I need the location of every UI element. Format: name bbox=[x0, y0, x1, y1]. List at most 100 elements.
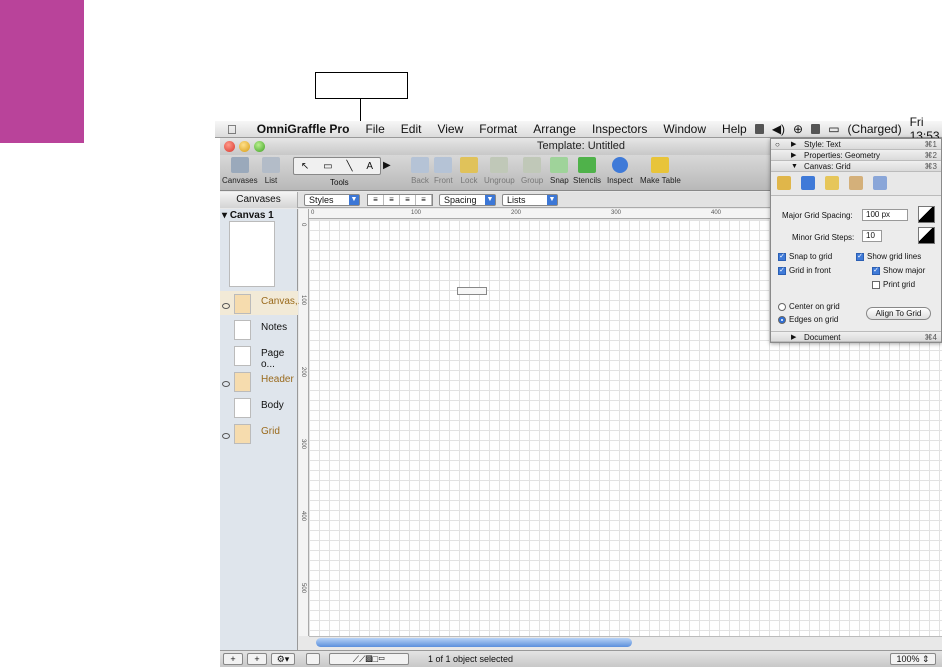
tab-canvas-size-icon[interactable] bbox=[777, 176, 791, 190]
spacing-label: Spacing bbox=[444, 195, 477, 205]
center-on-grid-radio[interactable] bbox=[778, 303, 786, 311]
layer-row[interactable]: Page o... bbox=[220, 343, 298, 370]
align-right-icon[interactable]: ≡ bbox=[400, 195, 416, 205]
menu-inspectors[interactable]: Inspectors bbox=[584, 122, 655, 136]
show-major-checkbox[interactable]: ✓ bbox=[872, 267, 880, 275]
menu-view[interactable]: View bbox=[429, 122, 471, 136]
lock-button[interactable]: Lock bbox=[460, 157, 478, 185]
minimize-window-button[interactable] bbox=[239, 141, 250, 152]
battery-icon[interactable]: ▭ bbox=[828, 122, 839, 136]
input-menu-icon[interactable] bbox=[811, 124, 821, 134]
menu-format[interactable]: Format bbox=[471, 122, 525, 136]
info-icon bbox=[611, 157, 628, 173]
edges-on-grid-radio[interactable] bbox=[778, 316, 786, 324]
align-justify-icon[interactable]: ≡ bbox=[416, 195, 432, 205]
popup-arrow-icon: ▼ bbox=[547, 195, 557, 205]
layer-visibility-icon[interactable] bbox=[222, 381, 230, 387]
disclosure-open-icon: ▼ bbox=[791, 163, 798, 170]
close-inspector-icon[interactable]: ○ bbox=[775, 139, 780, 150]
accent-block bbox=[0, 0, 84, 143]
selected-shape[interactable] bbox=[457, 287, 487, 295]
inspect-button[interactable]: Inspect bbox=[607, 157, 633, 185]
canvas-thumbnail[interactable] bbox=[229, 221, 275, 287]
add-canvas-button[interactable]: + bbox=[223, 653, 243, 665]
major-grid-field[interactable]: 100 px bbox=[862, 209, 908, 221]
lists-popup[interactable]: Lists ▼ bbox=[502, 194, 558, 206]
layer-row[interactable]: Grid bbox=[220, 421, 298, 445]
tab-grid-icon[interactable] bbox=[801, 176, 815, 190]
layer-row[interactable]: Notes bbox=[220, 317, 298, 341]
zoom-window-button[interactable] bbox=[254, 141, 265, 152]
battery-status[interactable]: (Charged) bbox=[848, 122, 902, 136]
menu-window[interactable]: Window bbox=[655, 122, 714, 136]
status-bar: + + ⚙▾ ⟋⟋▩□▭ 1 of 1 object selected 100%… bbox=[220, 650, 942, 667]
apple-menu-icon[interactable]:  bbox=[215, 122, 249, 137]
scroll-thumb[interactable] bbox=[316, 638, 632, 647]
tools-expand-icon[interactable]: ▶ bbox=[383, 160, 391, 171]
menu-help[interactable]: Help bbox=[714, 122, 755, 136]
snap-button[interactable]: Snap bbox=[550, 157, 569, 185]
align-to-grid-button[interactable]: Align To Grid bbox=[866, 307, 931, 320]
canvases-button[interactable]: Canvases bbox=[222, 157, 258, 185]
inspector-row-canvas-grid[interactable]: ▼ Canvas: Grid ⌘3 bbox=[771, 161, 941, 172]
front-button[interactable]: Front bbox=[434, 157, 453, 185]
menu-bar:  OmniGraffle Pro File Edit View Format … bbox=[215, 115, 942, 143]
layer-row[interactable]: Canvas,... bbox=[220, 291, 306, 315]
inspector-tabs bbox=[771, 172, 941, 196]
add-layer-button[interactable]: + bbox=[247, 653, 267, 665]
stencils-button[interactable]: Stencils bbox=[573, 157, 601, 185]
make-table-button[interactable]: Make Table bbox=[640, 157, 681, 185]
ungroup-button[interactable]: Ungroup bbox=[484, 157, 515, 185]
show-grid-lines-checkbox[interactable]: ✓ bbox=[856, 253, 864, 261]
layer-swatch bbox=[234, 294, 251, 314]
zoom-value: 100% bbox=[896, 654, 920, 664]
close-window-button[interactable] bbox=[224, 141, 235, 152]
align-left-icon[interactable]: ≡ bbox=[368, 195, 384, 205]
edges-on-grid-label: Edges on grid bbox=[789, 315, 839, 324]
layer-row[interactable]: Body bbox=[220, 395, 298, 419]
inspector-row-document[interactable]: ▶ Document ⌘4 bbox=[771, 331, 941, 342]
fill-color-well[interactable] bbox=[306, 653, 320, 665]
style-tray[interactable]: ⟋⟋▩□▭ bbox=[329, 653, 409, 665]
styles-popup[interactable]: Styles ▼ bbox=[304, 194, 360, 206]
tab-layout-icon[interactable] bbox=[825, 176, 839, 190]
vertical-ruler: 0 100 200 300 400 500 bbox=[299, 209, 309, 636]
line-tool-icon[interactable]: ╲ bbox=[346, 161, 352, 172]
horizontal-scrollbar[interactable] bbox=[309, 636, 942, 648]
snap-to-grid-checkbox[interactable]: ✓ bbox=[778, 253, 786, 261]
layer-visibility-icon[interactable] bbox=[222, 433, 230, 439]
tab-background-icon[interactable] bbox=[849, 176, 863, 190]
grid-in-front-checkbox[interactable]: ✓ bbox=[778, 267, 786, 275]
minor-grid-color-well[interactable] bbox=[918, 227, 935, 244]
app-menu[interactable]: OmniGraffle Pro bbox=[249, 122, 358, 136]
zoom-popup[interactable]: 100% ⇕ bbox=[890, 653, 936, 665]
spacing-popup[interactable]: Spacing ▼ bbox=[439, 194, 496, 206]
inspector-row-properties[interactable]: ▶ Properties: Geometry ⌘2 bbox=[771, 150, 941, 161]
spaces-icon[interactable] bbox=[754, 124, 764, 134]
volume-icon[interactable]: ◀) bbox=[772, 122, 785, 136]
selection-tool-icon[interactable]: ↖ bbox=[301, 161, 309, 172]
minor-grid-field[interactable]: 10 bbox=[862, 230, 882, 242]
print-grid-checkbox[interactable] bbox=[872, 281, 880, 289]
align-center-icon[interactable]: ≡ bbox=[384, 195, 400, 205]
disclosure-closed-icon: ▶ bbox=[791, 334, 797, 341]
sync-icon[interactable]: ⊕ bbox=[793, 122, 803, 136]
action-gear-icon[interactable]: ⚙▾ bbox=[271, 653, 295, 665]
list-button[interactable]: List bbox=[262, 157, 280, 185]
layer-swatch bbox=[234, 346, 251, 366]
back-button[interactable]: Back bbox=[411, 157, 429, 185]
group-button[interactable]: Group bbox=[521, 157, 543, 185]
text-tool-icon[interactable]: A bbox=[366, 161, 373, 172]
major-grid-color-well[interactable] bbox=[918, 206, 935, 223]
bring-front-icon bbox=[434, 157, 453, 173]
tab-diagram-layout-icon[interactable] bbox=[873, 176, 887, 190]
layer-row[interactable]: Header bbox=[220, 369, 298, 393]
inspector-row-style-text[interactable]: ○ ▶ Style: Text ⌘1 bbox=[771, 139, 941, 150]
canvas-item[interactable]: ▾ Canvas 1 bbox=[220, 210, 298, 221]
layer-visibility-icon[interactable] bbox=[222, 303, 230, 309]
inspector-panel: ○ ▶ Style: Text ⌘1 ▶ Properties: Geometr… bbox=[770, 138, 942, 343]
menu-edit[interactable]: Edit bbox=[393, 122, 430, 136]
menu-file[interactable]: File bbox=[357, 122, 392, 136]
shape-tool-icon[interactable]: ▭ bbox=[323, 161, 332, 172]
menu-arrange[interactable]: Arrange bbox=[525, 122, 584, 136]
